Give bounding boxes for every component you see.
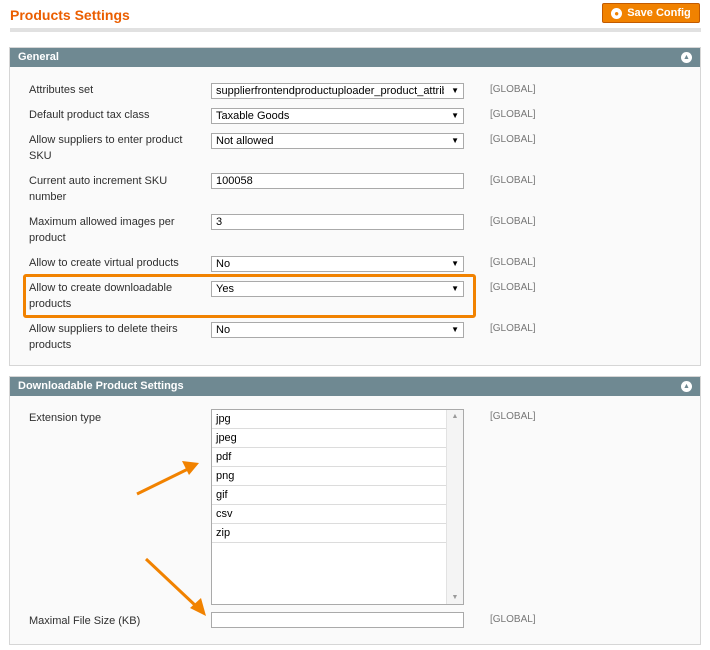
collapse-up-icon[interactable]: ▲: [681, 381, 692, 392]
extension-type-scope: [GLOBAL]: [490, 411, 536, 422]
tax-class-label: Default product tax class: [29, 109, 150, 121]
general-section-title: General: [18, 51, 59, 63]
extension-option[interactable]: csv: [212, 505, 446, 524]
chevron-down-icon: ▼: [451, 259, 459, 268]
scroll-down-icon[interactable]: ▼: [447, 594, 463, 601]
title-divider: [10, 28, 701, 32]
chevron-down-icon: ▼: [451, 111, 459, 120]
enter-sku-label: Allow suppliers to enter product SKU: [29, 134, 183, 162]
extension-option[interactable]: pdf: [212, 448, 446, 467]
general-section-header[interactable]: General ▲: [10, 48, 700, 67]
extension-option[interactable]: zip: [212, 524, 446, 543]
max-file-size-scope: [GLOBAL]: [490, 614, 536, 625]
attributes-set-scope: [GLOBAL]: [490, 84, 536, 95]
chevron-down-icon: ▼: [451, 325, 459, 334]
extension-type-label: Extension type: [29, 412, 102, 424]
general-section: General ▲ Attributes set supplierfronten…: [9, 47, 701, 366]
tax-class-select[interactable]: Taxable Goods ▼: [211, 108, 464, 124]
extension-option[interactable]: jpeg: [212, 429, 446, 448]
delete-products-label: Allow suppliers to delete theirs product…: [29, 323, 178, 351]
delete-products-select[interactable]: No ▼: [211, 322, 464, 338]
chevron-down-icon: ▼: [451, 136, 459, 145]
multiselect-scrollbar[interactable]: ▲ ▼: [446, 410, 463, 604]
sku-increment-input[interactable]: 100058: [211, 173, 464, 189]
chevron-down-icon: ▼: [451, 284, 459, 293]
downloadable-products-scope: [GLOBAL]: [490, 282, 536, 293]
virtual-products-value: No: [216, 258, 231, 270]
extension-option[interactable]: png: [212, 467, 446, 486]
enter-sku-select[interactable]: Not allowed ▼: [211, 133, 464, 149]
collapse-up-icon[interactable]: ▲: [681, 52, 692, 63]
chevron-down-icon: ▼: [451, 86, 459, 95]
scroll-up-icon[interactable]: ▲: [447, 413, 463, 420]
downloadable-section-header[interactable]: Downloadable Product Settings ▲: [10, 377, 700, 396]
max-images-label: Maximum allowed images per product: [29, 216, 175, 244]
tax-class-scope: [GLOBAL]: [490, 109, 536, 120]
extension-option[interactable]: gif: [212, 486, 446, 505]
extension-option[interactable]: jpg: [212, 410, 446, 429]
save-config-label: Save Config: [627, 7, 691, 19]
tax-class-value: Taxable Goods: [216, 110, 290, 122]
downloadable-products-label: Allow to create downloadable products: [29, 282, 173, 310]
enter-sku-scope: [GLOBAL]: [490, 134, 536, 145]
sku-increment-label: Current auto increment SKU number: [29, 175, 168, 203]
enter-sku-value: Not allowed: [216, 135, 274, 147]
virtual-products-label: Allow to create virtual products: [29, 257, 179, 269]
virtual-products-scope: [GLOBAL]: [490, 257, 536, 268]
virtual-products-select[interactable]: No ▼: [211, 256, 464, 272]
attributes-set-value: supplierfrontendproductuploader_product_…: [216, 85, 444, 97]
downloadable-settings-section: Downloadable Product Settings ▲ Extensio…: [9, 376, 701, 645]
save-config-button[interactable]: ● Save Config: [602, 3, 700, 23]
save-icon: ●: [611, 7, 623, 19]
extension-type-multiselect[interactable]: jpg jpeg pdf png gif csv zip ▲ ▼: [211, 409, 464, 605]
attributes-set-select[interactable]: supplierfrontendproductuploader_product_…: [211, 83, 464, 99]
max-file-size-label: Maximal File Size (KB): [29, 615, 141, 627]
page-title: Products Settings: [10, 7, 130, 23]
attributes-set-label: Attributes set: [29, 84, 94, 96]
max-images-input[interactable]: 3: [211, 214, 464, 230]
downloadable-products-select[interactable]: Yes ▼: [211, 281, 464, 297]
max-file-size-input[interactable]: [211, 612, 464, 628]
downloadable-section-title: Downloadable Product Settings: [18, 380, 184, 392]
sku-increment-scope: [GLOBAL]: [490, 175, 536, 186]
downloadable-products-value: Yes: [216, 283, 234, 295]
max-images-scope: [GLOBAL]: [490, 216, 536, 227]
delete-products-scope: [GLOBAL]: [490, 323, 536, 334]
extension-options-list: jpg jpeg pdf png gif csv zip: [212, 410, 446, 543]
delete-products-value: No: [216, 324, 231, 336]
